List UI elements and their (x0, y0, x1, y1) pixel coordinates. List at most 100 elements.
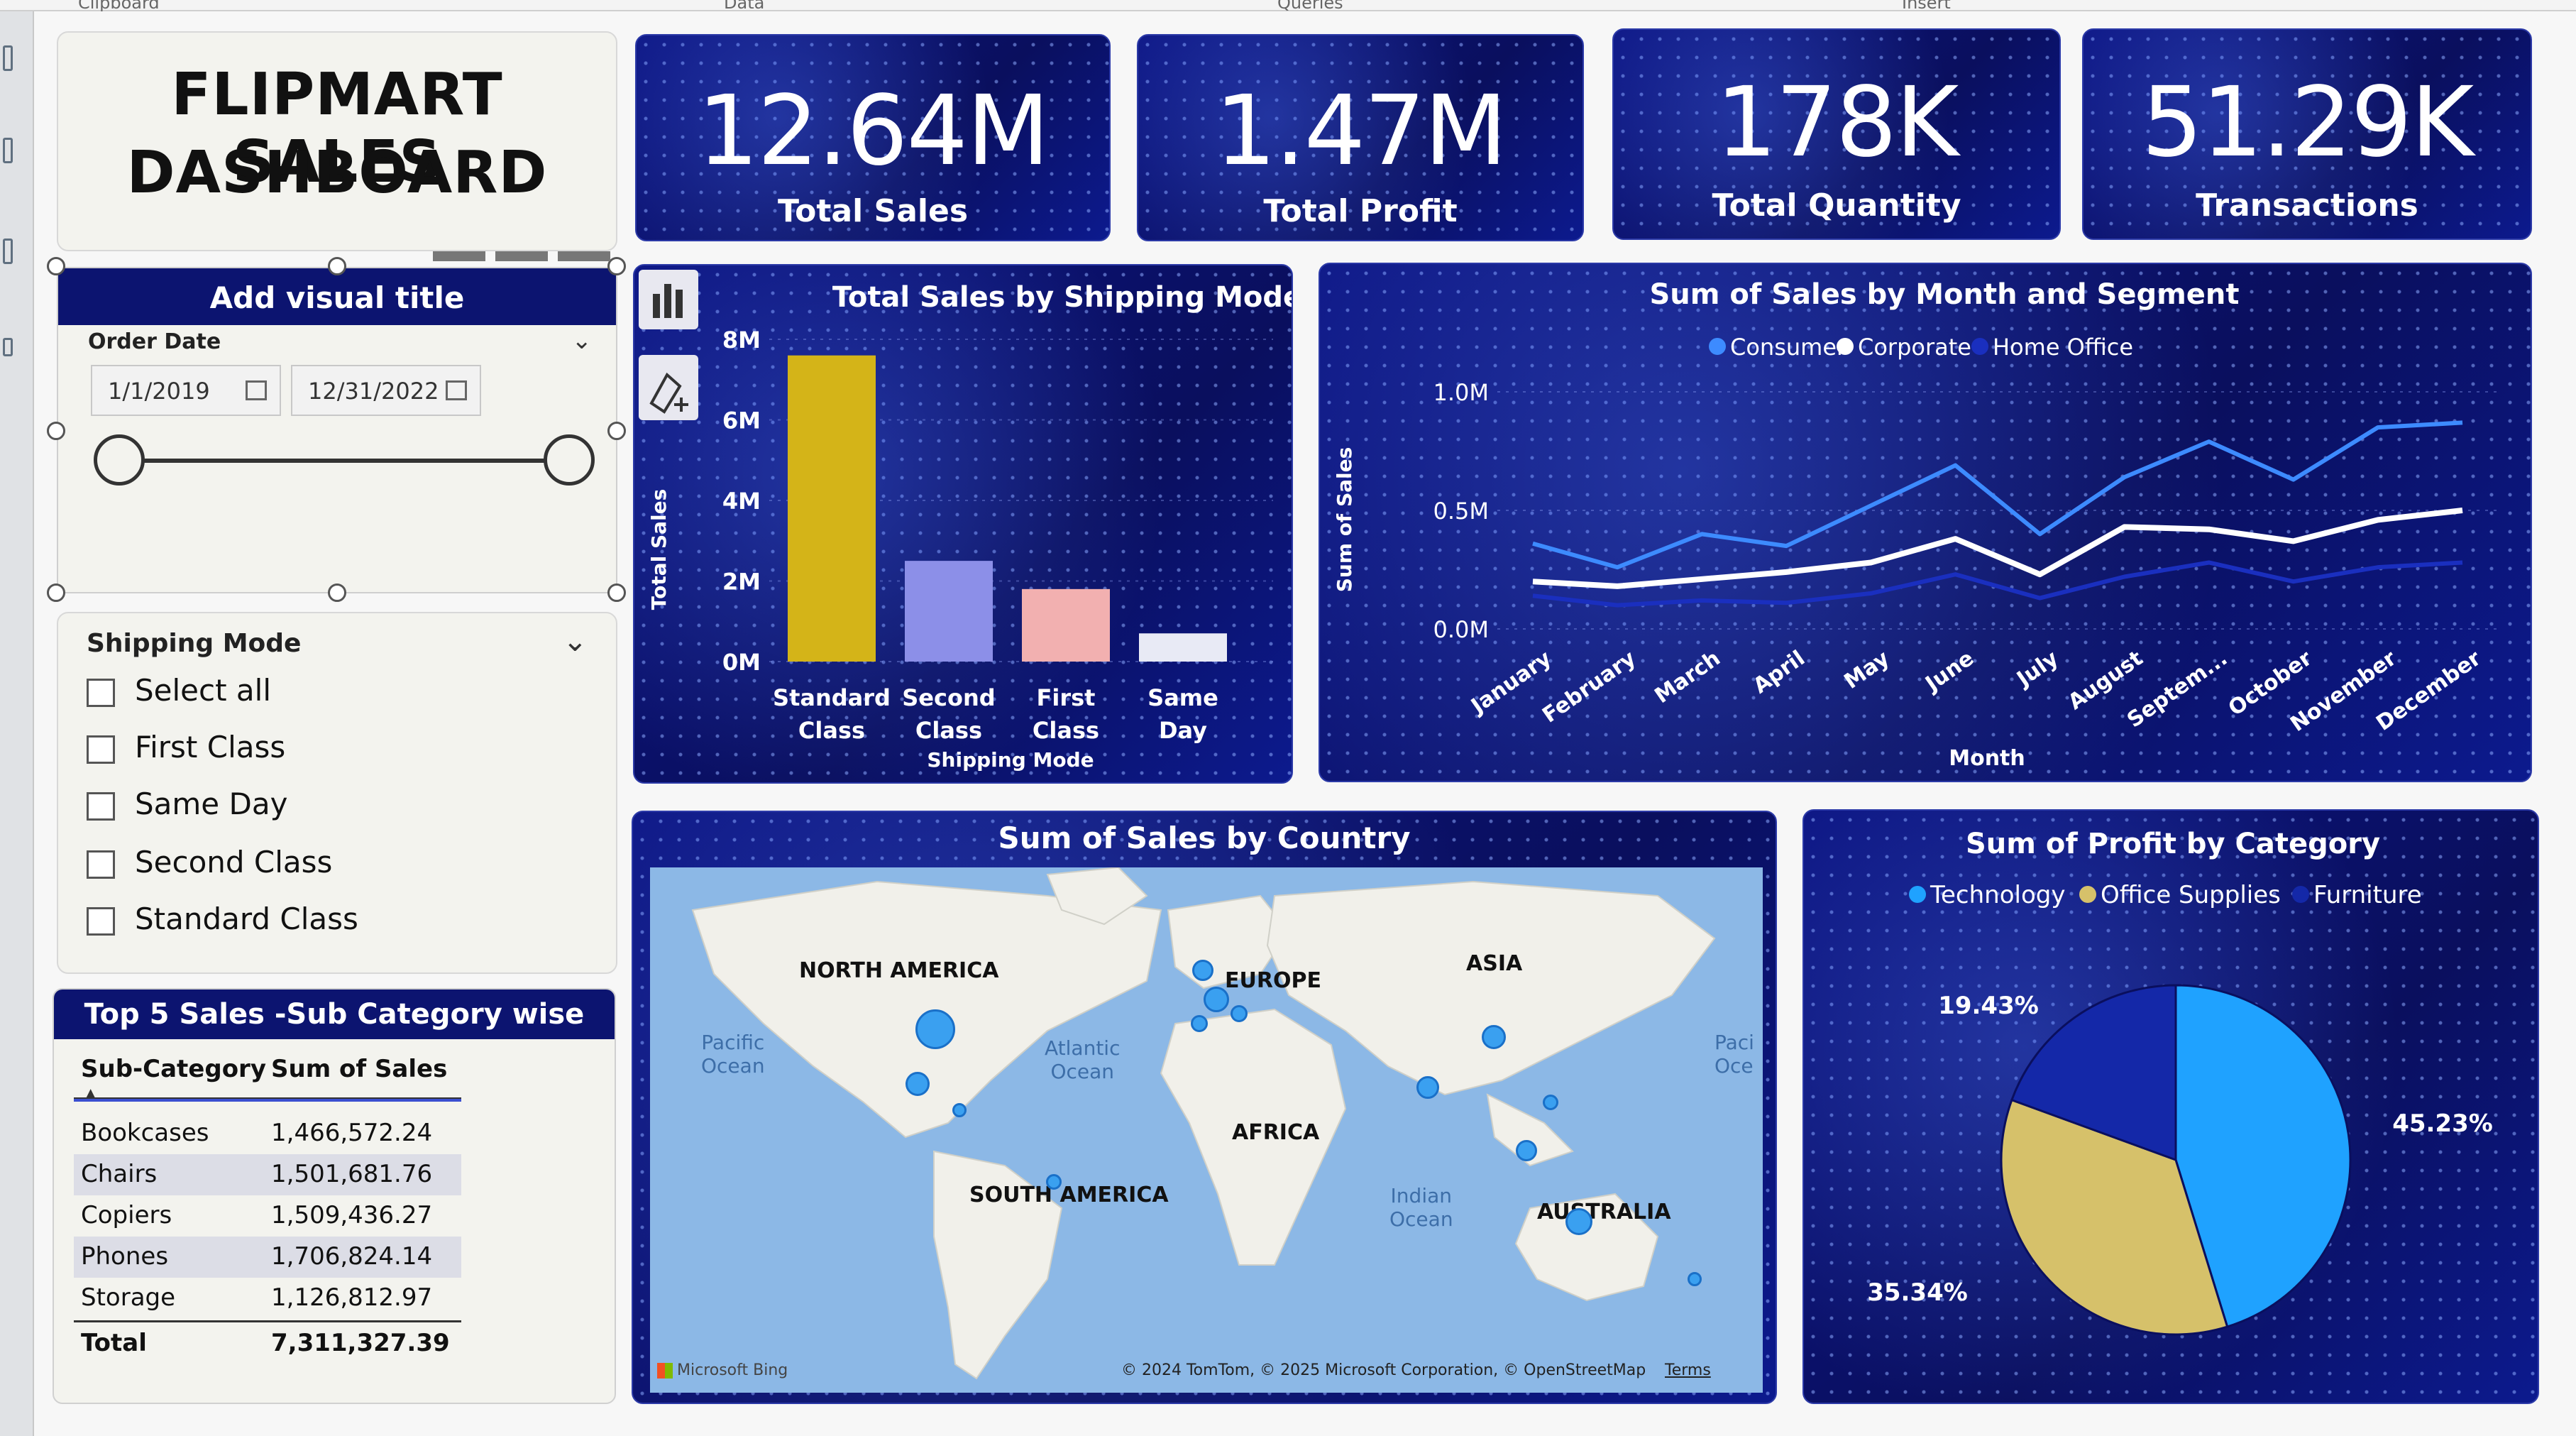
map-bubble[interactable] (1204, 987, 1229, 1012)
cell-sales: 1,509,436.27 (271, 1201, 433, 1229)
date-slicer-visual[interactable]: Add visual title Order Date ⌄ 1/1/2019 1… (57, 267, 617, 593)
line-chart-visual[interactable]: Sum of Sales by Month and Segment Consume… (1319, 263, 2532, 782)
map-canvas[interactable]: NORTH AMERICA EUROPE ASIA AFRICA SOUTH A… (650, 867, 1763, 1393)
option-label: Standard Class (135, 901, 358, 936)
map-bubble[interactable] (1046, 1174, 1062, 1190)
dax-query-icon[interactable] (3, 338, 13, 356)
kpi-value: 51.29K (2141, 67, 2475, 179)
x-tick-label: Class (915, 717, 982, 744)
date-range-track[interactable] (119, 459, 552, 463)
bar (1139, 633, 1227, 662)
map-terms-link[interactable]: Terms (1665, 1361, 1711, 1379)
bar-chart-visual[interactable]: Total Sales by Shipping Mode 0M 2M 4M 6M 8M To… (633, 264, 1293, 784)
end-date-input[interactable]: 12/31/2022 (291, 365, 481, 416)
filter-icon[interactable] (433, 251, 485, 261)
bar-chart-svg: Total Sales by Shipping Mode 0M 2M 4M 6M 8M To… (647, 281, 1292, 772)
kpi-label: Total Sales (777, 193, 969, 229)
bar (905, 561, 993, 662)
y-tick-label: 1.0M (1433, 379, 1490, 406)
kpi-label: Transactions (2196, 187, 2418, 224)
pie-chart-title: Sum of Profit by Category (1966, 828, 2380, 860)
shipping-mode-slicer[interactable]: Shipping Mode ⌄ Select all First Class S… (57, 612, 617, 974)
option-second-class[interactable]: Second Class (87, 845, 332, 879)
map-bubble[interactable] (906, 1072, 930, 1096)
left-view-bar (0, 11, 34, 1436)
map-bubble[interactable] (1482, 1025, 1506, 1049)
resize-handle[interactable] (47, 257, 65, 275)
resize-handle[interactable] (47, 422, 65, 440)
map-bubble[interactable] (952, 1103, 967, 1117)
cell-subcategory: Storage (81, 1283, 176, 1312)
table-row[interactable]: Bookcases 1,466,572.24 (74, 1113, 461, 1154)
y-axis-title: Total Sales (647, 489, 671, 610)
chevron-down-icon[interactable]: ⌄ (563, 623, 588, 658)
table-row[interactable]: Phones 1,706,824.14 (74, 1237, 461, 1278)
column-header-sum-of-sales[interactable]: Sum of Sales (271, 1055, 447, 1083)
table-row[interactable]: Chairs 1,501,681.76 (74, 1154, 461, 1195)
report-view-icon[interactable] (3, 45, 13, 71)
cell-sales: 1,126,812.97 (271, 1283, 433, 1312)
checkbox[interactable] (87, 735, 115, 764)
resize-handle[interactable] (328, 257, 346, 275)
map-visual[interactable]: Sum of Sales by Country NORTH AMERICA EU… (632, 811, 1777, 1404)
map-bubble[interactable] (1516, 1140, 1537, 1161)
total-label: Total (81, 1329, 147, 1357)
kpi-value: 1.47M (1214, 75, 1507, 187)
calendar-icon[interactable] (446, 380, 467, 400)
start-date-value: 1/1/2019 (108, 378, 210, 405)
resize-handle[interactable] (47, 583, 65, 602)
ocean-label-pacific-east: Paci Oce (1714, 1031, 1754, 1078)
kpi-card-transactions: 51.29K Transactions (2082, 28, 2532, 240)
table-row[interactable]: Storage 1,126,812.97 (74, 1278, 461, 1319)
model-view-icon[interactable] (3, 239, 13, 264)
resize-handle[interactable] (328, 583, 346, 602)
start-date-input[interactable]: 1/1/2019 (91, 365, 281, 416)
legend-marker (1837, 338, 1854, 355)
table-row[interactable]: Copiers 1,509,436.27 (74, 1195, 461, 1237)
x-tick-label: Class (798, 717, 865, 744)
calendar-icon[interactable] (246, 380, 267, 400)
option-label: Same Day (135, 786, 288, 821)
y-tick-label: 0M (722, 649, 761, 676)
data-label: 45.23% (2392, 1109, 2493, 1138)
resize-handle[interactable] (607, 583, 626, 602)
cell-subcategory: Chairs (81, 1160, 158, 1188)
region-label-asia: ASIA (1466, 951, 1523, 976)
map-bubble[interactable] (915, 1009, 955, 1049)
more-options-icon[interactable] (558, 251, 610, 261)
table-view-icon[interactable] (3, 138, 13, 163)
column-header-subcategory[interactable]: Sub-Category (81, 1055, 266, 1083)
checkbox[interactable] (87, 791, 115, 821)
legend-label: Technology (1930, 881, 2065, 909)
format-brush-icon[interactable] (639, 355, 698, 420)
range-start-handle[interactable] (94, 434, 145, 486)
y-tick-label: 4M (722, 488, 761, 515)
map-bubble[interactable] (1688, 1272, 1702, 1286)
option-select-all[interactable]: Select all (87, 673, 271, 708)
visual-title-bar[interactable]: Add visual title (58, 268, 616, 325)
map-bubble[interactable] (1192, 960, 1213, 981)
checkbox[interactable] (87, 906, 115, 936)
legend-label: Furniture (2313, 881, 2422, 909)
checkbox[interactable] (87, 850, 115, 879)
focus-mode-icon[interactable] (495, 251, 548, 261)
option-standard-class[interactable]: Standard Class (87, 901, 358, 936)
chart-type-icon[interactable] (639, 270, 698, 329)
map-bubble[interactable] (1231, 1005, 1248, 1022)
top5-table-visual: Top 5 Sales -Sub Category wise Sub-Categ… (53, 988, 616, 1404)
range-end-handle[interactable] (544, 434, 595, 486)
legend-marker (2292, 886, 2309, 903)
x-tick-label: July (2011, 646, 2063, 693)
checkbox[interactable] (87, 678, 115, 707)
map-bubble[interactable] (1565, 1208, 1592, 1235)
map-bubble[interactable] (1543, 1095, 1558, 1110)
map-bubble[interactable] (1416, 1076, 1439, 1099)
chevron-down-icon[interactable]: ⌄ (572, 327, 593, 355)
x-tick-label: February (1538, 646, 1641, 728)
pie-chart-visual[interactable]: Sum of Profit by Category Technology Offic… (1802, 809, 2539, 1404)
map-bubble[interactable] (1191, 1015, 1208, 1032)
resize-handle[interactable] (607, 422, 626, 440)
cell-subcategory: Copiers (81, 1201, 172, 1229)
option-first-class[interactable]: First Class (87, 730, 285, 764)
option-same-day[interactable]: Same Day (87, 786, 287, 821)
